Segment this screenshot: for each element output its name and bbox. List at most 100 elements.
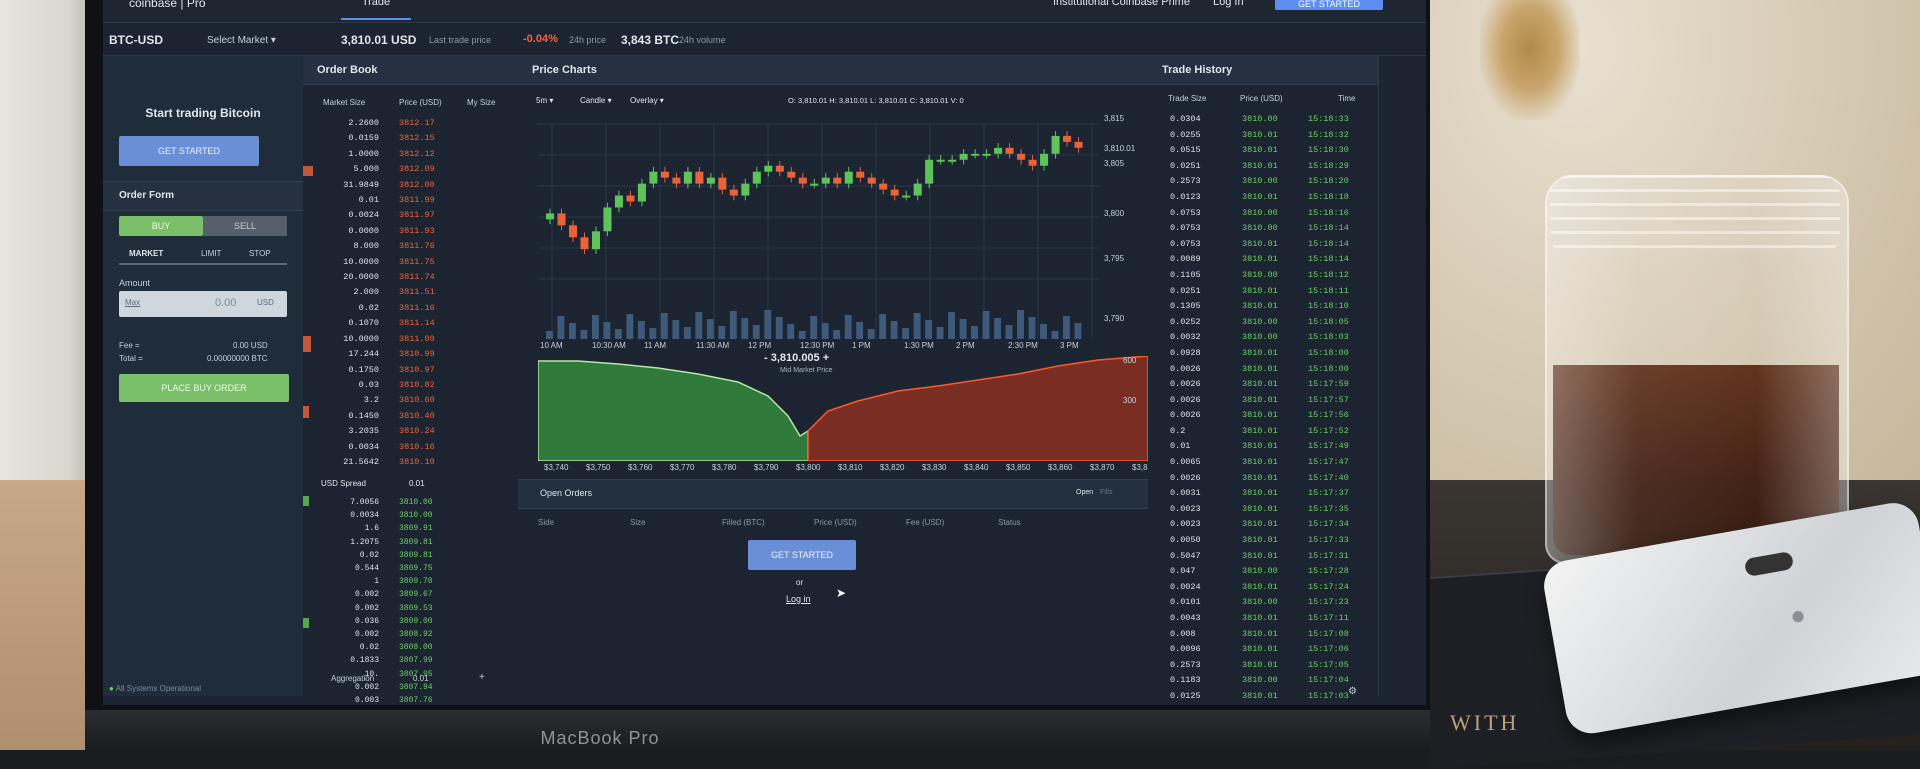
candle	[833, 177, 842, 184]
ask-depth-area	[807, 356, 1148, 461]
sell-tab[interactable]: SELL	[203, 216, 287, 236]
open-orders-header: Open Orders Open Fills	[518, 479, 1148, 509]
style-dropdown[interactable]: Candle ▾	[580, 96, 612, 105]
candle	[844, 171, 853, 184]
trade-times: 15:18:33 15:18:32 15:18:30 15:18:29 15:1…	[1308, 114, 1349, 701]
volume-bar	[718, 326, 726, 339]
volume-bar	[971, 326, 978, 339]
candle	[879, 183, 888, 190]
tab-limit[interactable]: LIMIT	[201, 249, 221, 258]
volume: 3,843 BTC	[621, 33, 680, 47]
depth-tick: $3,840	[964, 463, 989, 472]
volume-bar	[1017, 310, 1024, 339]
candle	[1040, 153, 1049, 166]
candle	[775, 165, 784, 172]
max-link[interactable]: Max	[125, 298, 140, 307]
login-link[interactable]: Log In	[1213, 0, 1244, 8]
open-orders-get-started-button[interactable]: GET STARTED	[748, 540, 856, 570]
depth-tick: $3,750	[586, 463, 611, 472]
brand-logo[interactable]: coinbase | Pro	[129, 0, 206, 10]
time-tick: 2 PM	[956, 341, 975, 350]
candle	[741, 183, 750, 196]
settings-gear-icon[interactable]: ⚙	[1348, 686, 1357, 697]
candle	[752, 171, 761, 184]
col-market-size: Market Size	[323, 98, 366, 107]
spread-label: USD Spread	[321, 479, 366, 488]
order-form-header: Order Form	[103, 181, 319, 211]
volume-bar	[787, 324, 795, 339]
sidebar-get-started-button[interactable]: GET STARTED	[119, 136, 259, 166]
volume-bar	[798, 331, 806, 339]
candle	[1051, 135, 1060, 154]
volume-bar	[982, 311, 990, 339]
top-nav: coinbase | Pro Trade Institutional Coinb…	[103, 0, 1426, 23]
candle	[672, 177, 681, 184]
time-tick: 11:30 AM	[696, 341, 730, 350]
pair-label[interactable]: BTC-USD	[109, 33, 163, 47]
header-get-started-button[interactable]: GET STARTED	[1275, 0, 1383, 10]
candle	[994, 147, 1003, 154]
volume-bar	[741, 318, 749, 339]
chevron-down-icon: ▾	[549, 96, 554, 105]
volume-bar	[948, 312, 956, 339]
volume-bar	[959, 319, 967, 339]
candle	[821, 177, 830, 184]
ohlcv-readout: O: 3,810.01 H: 3,810.01 L: 3,810.01 C: 3…	[788, 96, 964, 105]
candle	[626, 195, 635, 202]
depth-tick: $3,860	[1048, 463, 1073, 472]
interval-label: 5m	[536, 96, 548, 105]
interval-dropdown[interactable]: 5m ▾	[536, 96, 553, 105]
tab-market[interactable]: MARKET	[129, 249, 163, 258]
volume-bar	[925, 320, 933, 339]
trade-sizes: 0.0304 0.0255 0.0515 0.0251 0.2573 0.012…	[1170, 114, 1201, 701]
depth-y-axis: 600 300	[1121, 356, 1151, 461]
candle	[637, 183, 646, 202]
depth-tick: $3,780	[712, 463, 737, 472]
tab-fills[interactable]: Fills	[1100, 489, 1112, 496]
open-orders-login-link[interactable]: Log in	[786, 594, 811, 604]
bid-depth-area	[538, 360, 809, 461]
overlay-dropdown[interactable]: Overlay ▾	[630, 96, 664, 105]
open-orders-column: Status	[998, 518, 1021, 527]
open-orders-column: Side	[538, 518, 555, 527]
aggregation-plus-icon[interactable]: +	[479, 672, 485, 683]
select-market-dropdown[interactable]: Select Market ▾	[207, 35, 276, 46]
chevron-down-icon: ▾	[659, 96, 664, 105]
buy-tab[interactable]: BUY	[119, 216, 203, 236]
tab-stop[interactable]: STOP	[249, 249, 271, 258]
status-dot-icon: ●	[109, 684, 114, 693]
depth-tick: $3,790	[754, 463, 779, 472]
volume-bar	[775, 317, 783, 339]
volume-bar	[546, 331, 553, 339]
price-axis: 3,815 3,805 3,800 3,795 3,790 3,810.01	[1104, 114, 1148, 339]
volume-bar	[626, 314, 634, 339]
amount-label: Amount	[119, 278, 151, 288]
candle	[729, 189, 738, 196]
depth-tick: $3,810	[838, 463, 863, 472]
aggregation-value[interactable]: 0.01	[413, 674, 429, 683]
volume-bar	[913, 313, 921, 339]
aggregation-label: Aggregation	[331, 674, 375, 683]
volume-bar	[1063, 316, 1070, 339]
amount-input[interactable]: Max 0.00 USD	[119, 291, 287, 317]
asks-prices: 3812.17 3812.15 3812.12 3812.09 3812.00 …	[399, 118, 435, 467]
price-change-label: 24h price	[569, 35, 607, 45]
volume-bar	[890, 321, 898, 339]
col-my-size: My Size	[467, 98, 496, 107]
institutional-link[interactable]: Institutional Coinbase Prime	[1053, 0, 1190, 8]
candle	[614, 195, 623, 208]
place-buy-order-button[interactable]: PLACE BUY ORDER	[119, 374, 289, 402]
candle	[787, 171, 796, 178]
time-tick: 10:30 AM	[592, 341, 626, 350]
price-change: -0.04%	[523, 33, 558, 45]
candle	[890, 189, 899, 196]
candle	[683, 171, 692, 184]
price-tick: 3,795	[1104, 254, 1125, 263]
tab-trade[interactable]: Trade	[341, 0, 411, 20]
candle	[764, 165, 773, 172]
volume-bar	[637, 321, 645, 339]
time-tick: 2:30 PM	[1008, 341, 1038, 350]
tab-open[interactable]: Open	[1076, 489, 1093, 496]
candle	[902, 195, 911, 198]
mid-price-value: 3,810.005	[770, 352, 820, 364]
